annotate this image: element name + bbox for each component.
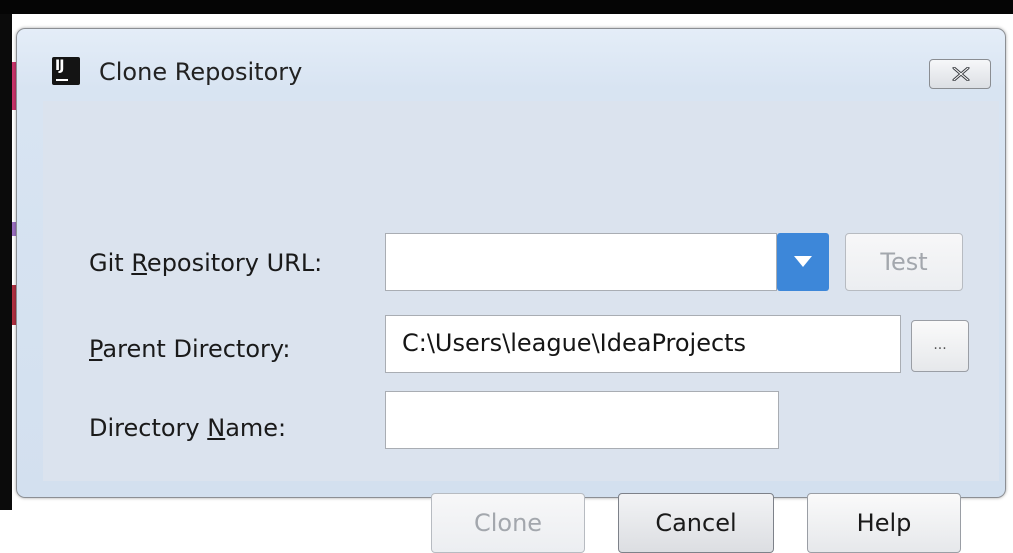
label-text: Directory bbox=[89, 414, 208, 442]
app-icon-bar bbox=[56, 79, 68, 81]
close-x-icon bbox=[952, 67, 970, 81]
label-text: arent Directory: bbox=[102, 335, 291, 363]
label-mnemonic: N bbox=[207, 414, 226, 442]
dialog-content: Git Repository URL: Test Parent Director… bbox=[43, 101, 999, 553]
parent-directory-value: C:\Users\league\IdeaProjects bbox=[402, 329, 747, 357]
app-icon-text: IJ bbox=[55, 58, 64, 74]
triangle-down-icon bbox=[794, 256, 812, 267]
parent-directory-label: Parent Directory: bbox=[89, 335, 290, 363]
git-repository-url-input[interactable] bbox=[385, 233, 777, 291]
clone-button[interactable]: Clone bbox=[431, 493, 585, 553]
screen-edge-top bbox=[0, 0, 1013, 14]
label-mnemonic: P bbox=[89, 335, 103, 363]
test-button[interactable]: Test bbox=[845, 233, 963, 291]
label-text: epository URL: bbox=[146, 249, 323, 277]
help-button[interactable]: Help bbox=[807, 493, 961, 553]
browse-button[interactable]: ... bbox=[911, 320, 969, 372]
label-text: Git bbox=[89, 249, 132, 277]
window-title: Clone Repository bbox=[99, 58, 303, 86]
intellij-idea-icon: IJ bbox=[52, 57, 80, 85]
cancel-button[interactable]: Cancel bbox=[618, 493, 774, 553]
parent-directory-input[interactable]: C:\Users\league\IdeaProjects bbox=[385, 315, 901, 373]
directory-name-label: Directory Name: bbox=[89, 414, 286, 442]
directory-name-input[interactable] bbox=[385, 391, 779, 449]
title-bar[interactable]: IJ Clone Repository bbox=[17, 29, 1005, 101]
label-text: ame: bbox=[225, 414, 287, 442]
clone-repository-dialog: IJ Clone Repository Git Repository URL: … bbox=[16, 28, 1006, 553]
close-button[interactable] bbox=[929, 59, 991, 89]
url-history-dropdown-button[interactable] bbox=[777, 233, 829, 291]
screen-edge-left bbox=[0, 14, 12, 510]
git-repository-url-label: Git Repository URL: bbox=[89, 249, 322, 277]
label-mnemonic: R bbox=[131, 249, 147, 277]
